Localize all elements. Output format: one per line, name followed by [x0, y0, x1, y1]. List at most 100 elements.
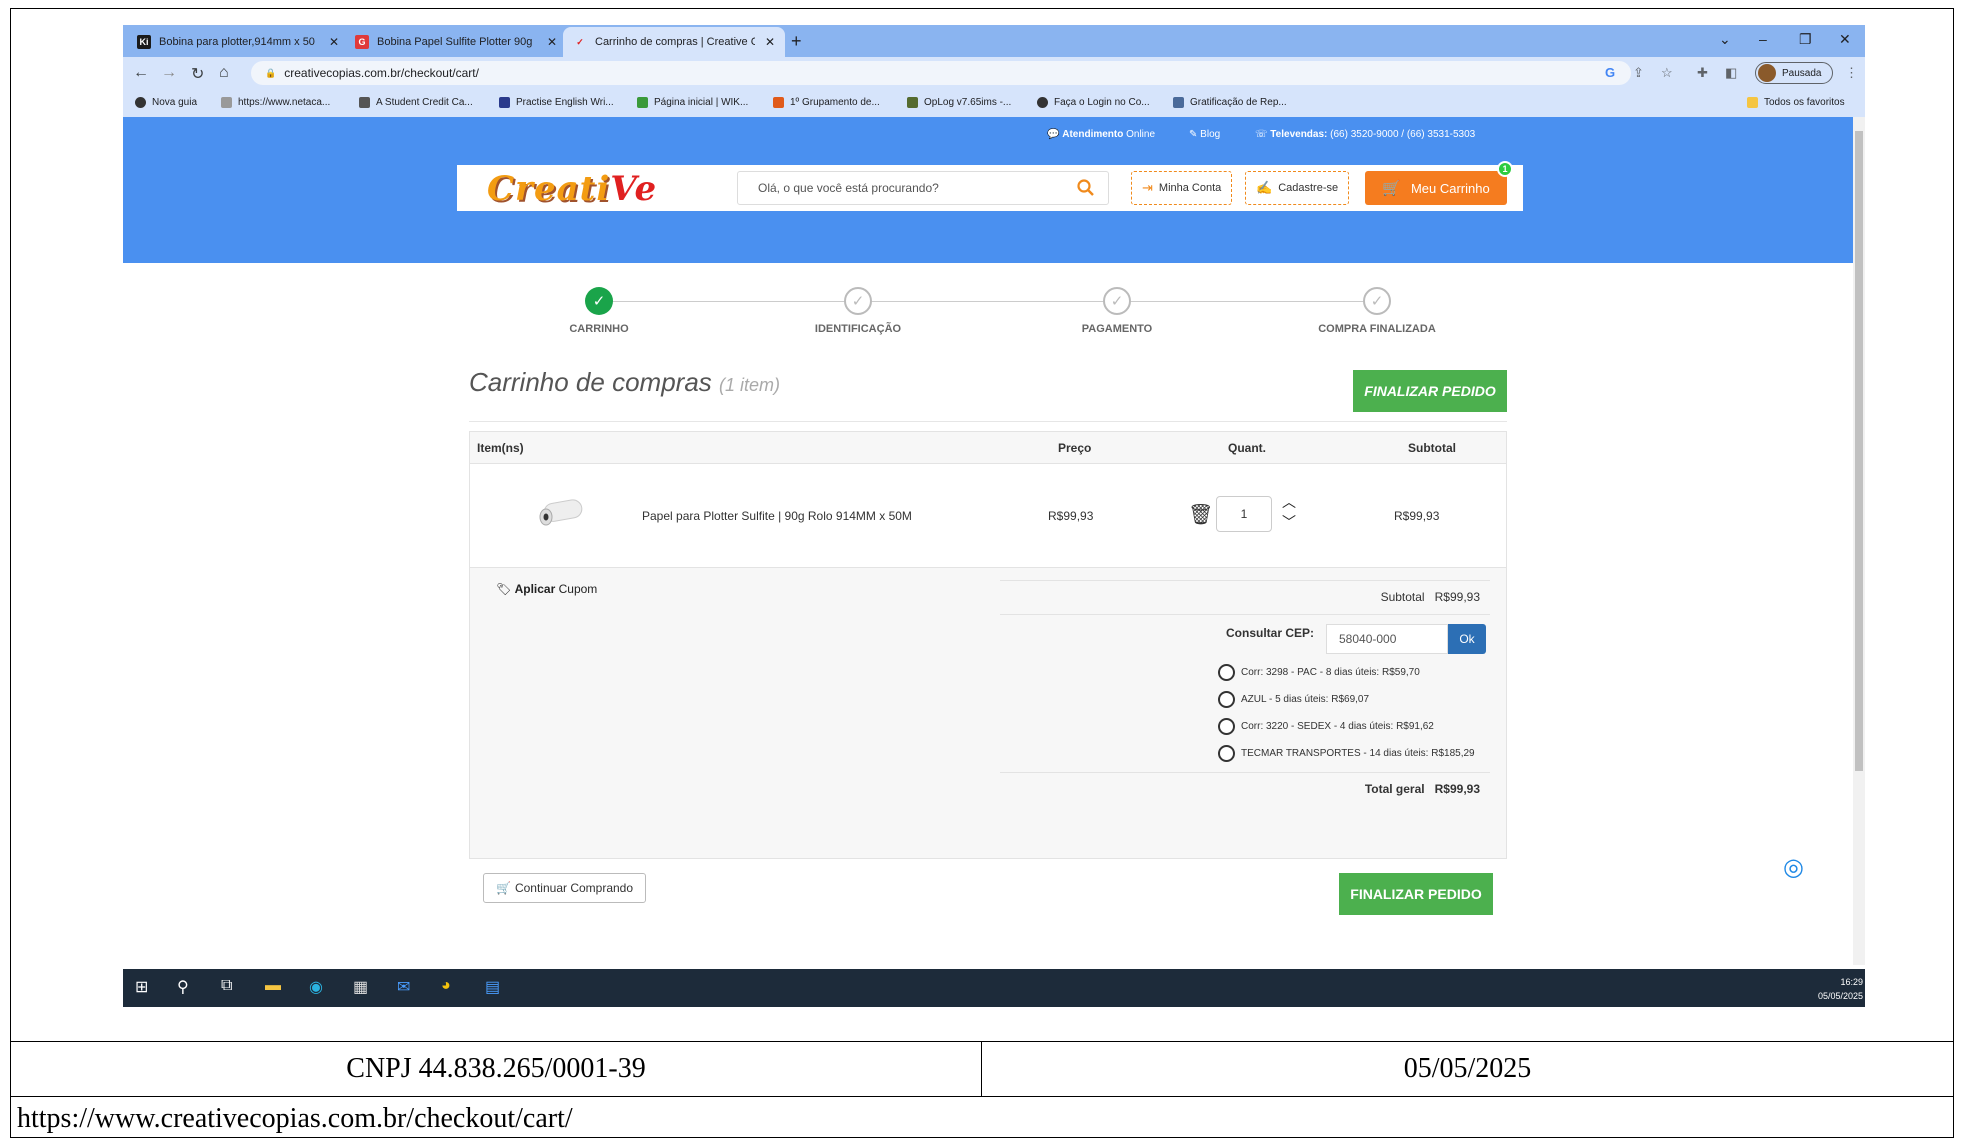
file-explorer-icon[interactable]: ▬	[265, 977, 281, 995]
radio-button[interactable]	[1218, 691, 1235, 708]
radio-button[interactable]	[1218, 664, 1235, 681]
close-window-icon[interactable]: ✕	[1839, 31, 1851, 48]
lock-icon: 🔒	[265, 67, 277, 78]
bookmark-item[interactable]: 1º Grupamento de...	[773, 97, 880, 108]
check-icon: ✓	[585, 287, 613, 315]
phone-icon: ☏	[1255, 129, 1268, 140]
system-clock[interactable]: 16:29 05/05/2025	[1818, 975, 1863, 1003]
bookmark-item[interactable]: Gratificação de Rep...	[1173, 97, 1287, 108]
search-icon[interactable]	[1076, 178, 1096, 198]
minimize-icon[interactable]: –	[1759, 31, 1767, 47]
help-chat-icon[interactable]: ◎	[1783, 853, 1804, 882]
bookmark-star-icon[interactable]: ☆	[1661, 65, 1673, 81]
edge-icon[interactable]: ◉	[309, 977, 323, 997]
bookmark-item[interactable]: Página inicial | WIK...	[637, 97, 748, 108]
aplicar-cupom-link[interactable]: 🏷 Aplicar Cupom	[496, 582, 597, 596]
cart-icon: 🛒	[1382, 180, 1401, 197]
tab-title: Bobina Papel Sulfite Plotter 90g	[377, 36, 533, 48]
site-icon	[499, 97, 510, 108]
continuar-comprando-button[interactable]: 🛒 Continuar Comprando	[483, 873, 647, 903]
divider	[469, 421, 1507, 422]
radio-button[interactable]	[1218, 745, 1235, 762]
finalizar-pedido-button-top[interactable]: FINALIZAR PEDIDO	[1353, 370, 1507, 412]
col-preco: Preço	[1058, 441, 1092, 455]
new-tab-icon[interactable]: +	[791, 31, 802, 52]
browser-tab-active[interactable]: ✓ Carrinho de compras | Creative C ✕	[563, 27, 786, 57]
cadastre-button[interactable]: ✍ Cadastre-se	[1245, 171, 1350, 205]
tab-search-icon[interactable]: ⌄	[1719, 31, 1731, 48]
cep-ok-button[interactable]: Ok	[1448, 624, 1486, 654]
share-icon[interactable]: ⇪	[1633, 65, 1644, 81]
close-tab-icon[interactable]: ✕	[765, 35, 775, 49]
restore-icon[interactable]: ❐	[1799, 31, 1812, 48]
product-name-link[interactable]: Papel para Plotter Sulfite | 90g Rolo 91…	[642, 509, 912, 523]
browser-tab[interactable]: Ki Bobina para plotter,914mm x 50 ✕	[127, 27, 349, 57]
store-icon[interactable]: ▦	[353, 977, 368, 997]
register-icon: ✍	[1256, 180, 1273, 195]
login-icon: ⇥	[1142, 180, 1153, 195]
task-view-icon[interactable]: ⧉	[221, 977, 232, 995]
chevron-up-icon[interactable]: ︿	[1282, 492, 1296, 512]
cep-input[interactable]: 58040-000	[1326, 624, 1448, 654]
date-cell: 05/05/2025	[1403, 1053, 1532, 1084]
finalizar-pedido-button-bottom[interactable]: FINALIZAR PEDIDO	[1339, 873, 1493, 915]
search-icon[interactable]: ⚲	[177, 977, 189, 997]
product-image[interactable]	[536, 498, 586, 528]
windows-start-icon[interactable]: ⊞	[135, 977, 148, 997]
bookmark-item[interactable]: Nova guia	[135, 97, 197, 108]
tag-icon: 🏷	[496, 582, 512, 596]
folder-icon	[1747, 97, 1758, 108]
shipping-option[interactable]: TECMAR TRANSPORTES - 14 dias úteis: R$18…	[1218, 745, 1475, 762]
browser-tab[interactable]: G Bobina Papel Sulfite Plotter 90g ✕	[345, 27, 567, 57]
atendimento-link[interactable]: 💬 Atendimento Online	[1047, 129, 1155, 140]
cart-count-badge: 1	[1497, 161, 1513, 177]
home-icon[interactable]: ⌂	[219, 64, 229, 82]
quantity-input[interactable]: 1	[1216, 496, 1272, 532]
check-icon: ✓	[1103, 287, 1131, 315]
tab-favicon-icon: ✓	[576, 36, 584, 47]
radio-button[interactable]	[1218, 718, 1235, 735]
web-page: 💬 Atendimento Online ✎ Blog ☏ Televendas…	[123, 117, 1865, 965]
chevron-down-icon[interactable]: ﹀	[1282, 512, 1296, 532]
bookmarks-folder[interactable]: Todos os favoritos	[1747, 97, 1845, 108]
step-carrinho: ✓ CARRINHO	[499, 287, 699, 335]
google-lens-icon[interactable]: G	[1605, 65, 1615, 80]
side-panel-icon[interactable]: ◧	[1725, 65, 1737, 81]
word-icon[interactable]: ▤	[485, 977, 500, 997]
search-placeholder: Olá, o que você está procurando?	[758, 181, 939, 195]
meu-carrinho-button[interactable]: 🛒 Meu Carrinho	[1365, 171, 1507, 205]
shipping-option[interactable]: Corr: 3298 - PAC - 8 dias úteis: R$59,70	[1218, 664, 1420, 681]
bookmark-item[interactable]: A Student Credit Ca...	[359, 97, 473, 108]
search-input[interactable]: Olá, o que você está procurando?	[737, 171, 1109, 205]
scrollbar[interactable]	[1853, 117, 1865, 965]
bookmark-item[interactable]: https://www.netaca...	[221, 97, 330, 108]
bookmark-item[interactable]: OpLog v7.65ims -...	[907, 97, 1011, 108]
divider	[1000, 772, 1490, 773]
chrome-icon[interactable]: ◕	[441, 977, 451, 995]
reload-icon[interactable]: ↻	[191, 64, 204, 84]
mail-icon[interactable]: ✉	[397, 977, 410, 997]
minha-conta-button[interactable]: ⇥ Minha Conta	[1131, 171, 1233, 205]
col-quant: Quant.	[1228, 441, 1266, 455]
product-price: R$99,93	[1048, 509, 1094, 523]
site-logo[interactable]: CreatiVe	[487, 169, 657, 209]
back-icon[interactable]: ←	[133, 64, 149, 82]
trash-icon[interactable]: 🗑	[1188, 502, 1213, 527]
profile-button[interactable]: Pausada	[1755, 62, 1833, 84]
shipping-option[interactable]: Corr: 3220 - SEDEX - 4 dias úteis: R$91,…	[1218, 718, 1434, 735]
menu-kebab-icon[interactable]: ⋮	[1845, 65, 1858, 81]
globe-icon	[1037, 97, 1048, 108]
address-bar[interactable]: 🔒 creativecopias.com.br/checkout/cart/	[251, 61, 1631, 85]
close-tab-icon[interactable]: ✕	[547, 35, 557, 49]
extensions-icon[interactable]: ✚	[1697, 65, 1708, 81]
chat-icon: 💬	[1047, 129, 1060, 140]
bookmark-item[interactable]: Practise English Wri...	[499, 97, 614, 108]
close-tab-icon[interactable]: ✕	[329, 35, 339, 49]
forward-icon[interactable]: →	[161, 64, 177, 82]
shipping-option[interactable]: AZUL - 5 dias úteis: R$69,07	[1218, 691, 1369, 708]
scrollbar-thumb[interactable]	[1855, 131, 1863, 771]
tab-title: Bobina para plotter,914mm x 50	[159, 36, 315, 48]
bookmark-item[interactable]: Faça o Login no Co...	[1037, 97, 1150, 108]
avatar	[1758, 64, 1776, 82]
blog-link[interactable]: ✎ Blog	[1189, 129, 1220, 140]
